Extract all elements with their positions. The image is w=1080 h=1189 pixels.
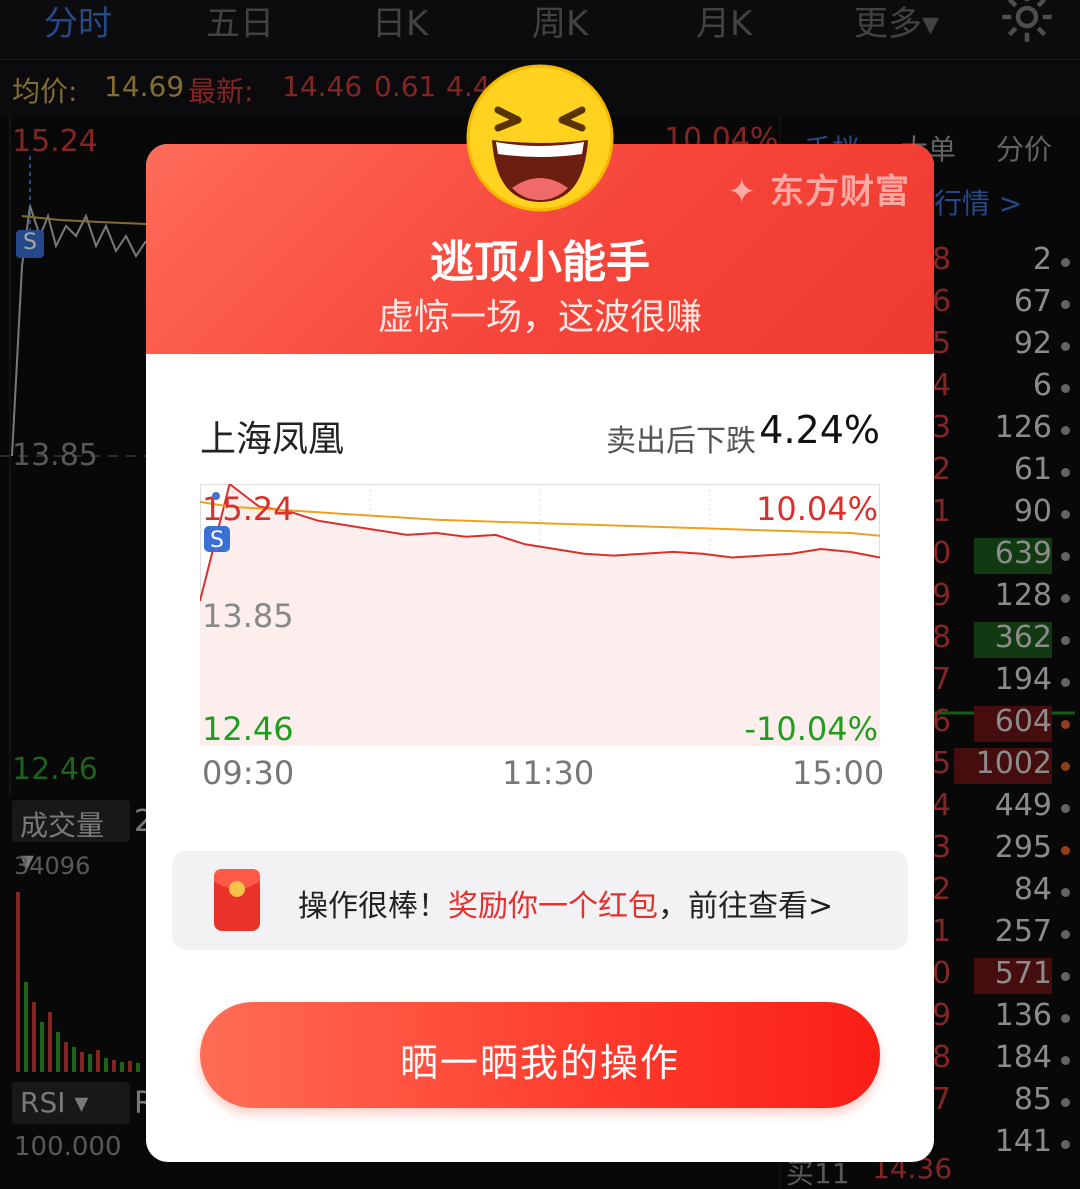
y-tick-low: 12.46 [202,710,294,746]
modal-title: 逃顶小能手 [430,237,650,288]
pct-tick-low: -10.04% [744,710,878,746]
laughing-emoji-icon [466,64,614,212]
reward-highlight: 奖励你一个红包 [448,889,658,924]
sell-point-dot [212,492,220,500]
time-tick-noon: 11:30 [502,754,595,792]
drop-after-sell-value: 4.24% [759,408,880,452]
share-operation-label: 晒一晒我的操作 [399,1041,680,1085]
reward-prefix: 操作很棒！ [298,889,448,924]
drop-after-sell-label: 卖出后下跌 [606,424,756,459]
reward-suffix[interactable]: ，前往查看> [658,889,833,924]
pct-tick-high: 10.04% [756,490,878,528]
time-tick-open: 09:30 [202,754,295,792]
brand-name: 东方财富 [770,172,910,212]
time-tick-close: 15:00 [792,754,885,792]
stock-name: 上海凤凰 [200,419,345,460]
share-operation-button[interactable]: 晒一晒我的操作 [200,1002,880,1108]
intraday-mini-chart: 15.2413.8512.4610.04%-10.04%S [200,484,880,746]
reward-message: 操作很棒！奖励你一个红包，前往查看> [298,881,833,925]
modal-subtitle: 虚惊一场，这波很赚 [377,297,702,338]
red-envelope-reward-banner[interactable]: 操作很棒！奖励你一个红包，前往查看> [172,851,908,950]
y-tick-prev-close: 13.85 [202,597,294,635]
brand-logo: ✦ 东方财富 [727,172,910,212]
achievement-modal: ✦ 东方财富 逃顶小能手 虚惊一场，这波很赚 上海凤凰 卖出后下跌 4.24% … [146,144,934,1162]
sell-marker-letter: S [210,528,224,553]
red-envelope-icon [214,869,260,931]
